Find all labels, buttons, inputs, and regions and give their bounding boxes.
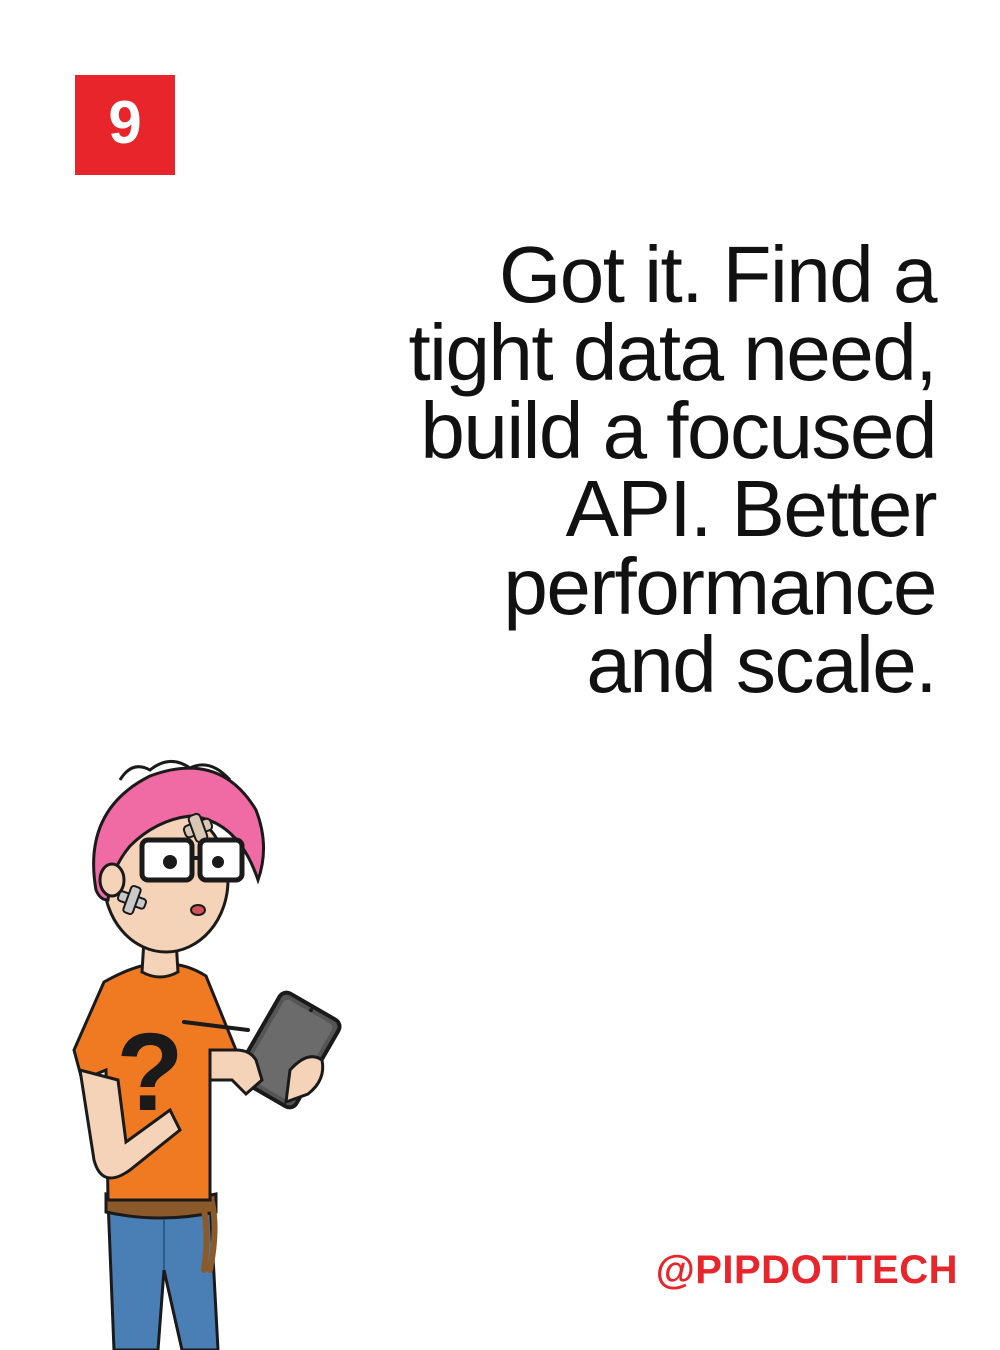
social-handle: @PIPDOTTECH (655, 1248, 958, 1292)
page-number: 9 (108, 89, 142, 156)
headline-line: API. Better (565, 464, 938, 553)
character-with-tablet-illustration: ? (72, 760, 342, 1350)
headline-line: performance (503, 542, 937, 631)
headline-line: tight data need, (408, 308, 937, 397)
headline-line: and scale. (586, 620, 937, 709)
headline-line: Got it. Find a (499, 230, 937, 319)
page-number-badge: 9 (75, 75, 175, 175)
headline-line: build a focused (420, 386, 937, 475)
headline: Got it. Find a tight data need, build a … (296, 230, 938, 709)
